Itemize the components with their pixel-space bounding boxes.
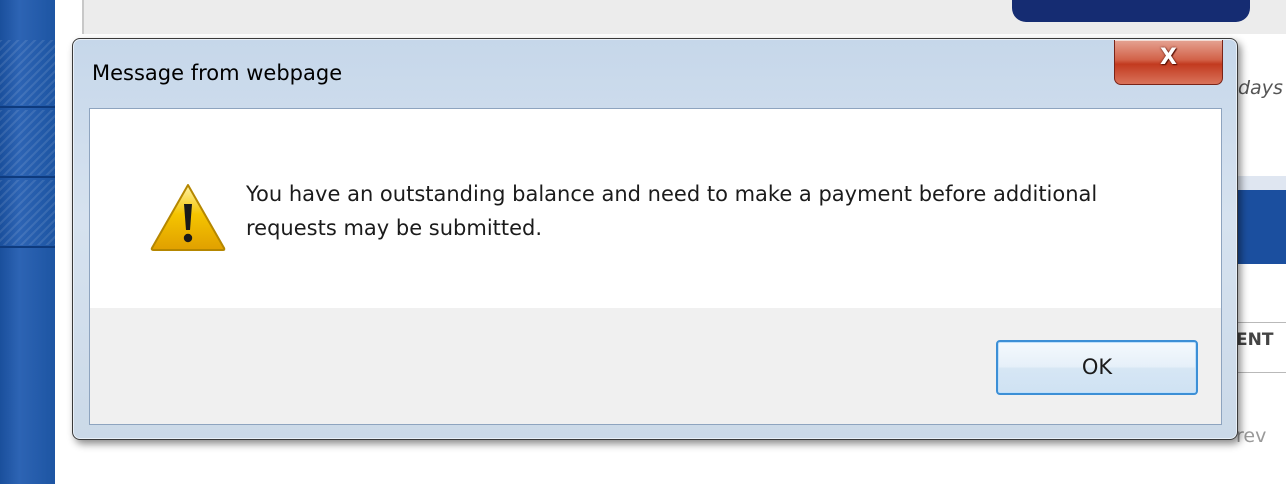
page-divider	[1236, 372, 1286, 373]
nav-item-3[interactable]	[0, 180, 55, 245]
page-partial-text: days	[1238, 77, 1283, 99]
nav-item-1[interactable]	[0, 40, 55, 105]
page-right-blue-panel	[1236, 190, 1286, 264]
dialog-message: You have an outstanding balance and need…	[246, 182, 1098, 240]
page-partial-link-text[interactable]: rev	[1236, 425, 1266, 447]
nav-divider	[0, 106, 55, 108]
nav-divider	[0, 246, 55, 248]
close-icon: X	[1160, 45, 1177, 70]
message-dialog: Message from webpage X You have an outst…	[72, 38, 1238, 440]
dialog-title: Message from webpage	[92, 61, 343, 85]
page-left-nav-bar	[0, 0, 55, 484]
dialog-content: You have an outstanding balance and need…	[89, 108, 1222, 425]
page-partial-button-text[interactable]: ENT	[1236, 330, 1273, 350]
nav-divider	[0, 176, 55, 178]
nav-item-2[interactable]	[0, 110, 55, 175]
page-top-button[interactable]	[1012, 0, 1250, 22]
dialog-button-bar: OK	[90, 308, 1221, 424]
close-button[interactable]: X	[1114, 40, 1223, 85]
ok-button[interactable]: OK	[996, 340, 1198, 395]
page-right-band	[1236, 176, 1286, 190]
page-divider	[1236, 322, 1286, 323]
warning-icon	[150, 184, 226, 251]
